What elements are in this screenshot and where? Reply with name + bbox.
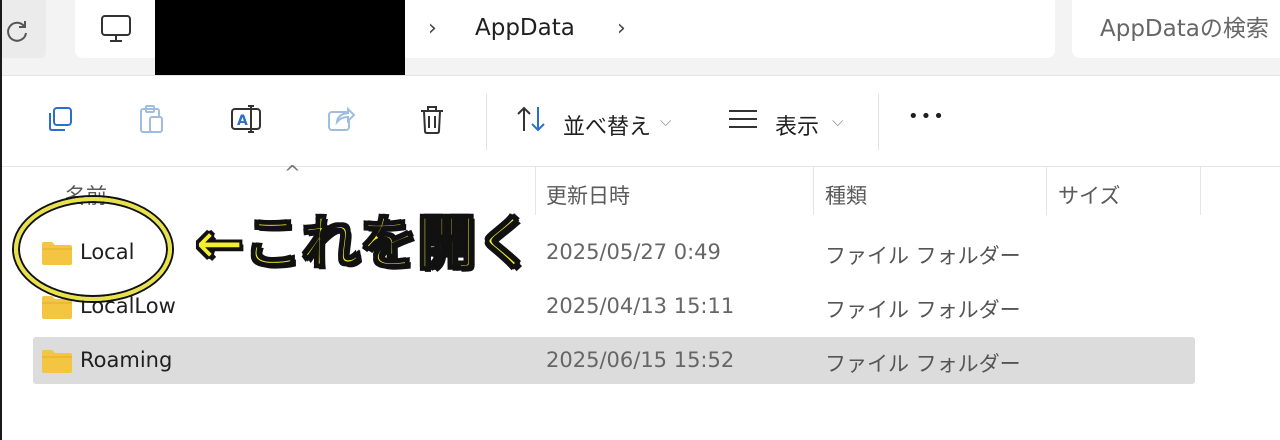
window-border — [0, 0, 2, 440]
address-bar: › AppData › — [0, 0, 1280, 76]
refresh-button[interactable] — [0, 0, 46, 58]
folder-icon — [41, 348, 73, 378]
row-name: Roaming — [80, 348, 173, 372]
command-bar: A 並べ替え ⌵ 表示 ⌵ ••• — [0, 76, 1280, 167]
view-icon — [727, 104, 759, 138]
sort-ascending-icon: ^ — [284, 161, 301, 185]
search-input[interactable] — [1072, 0, 1280, 58]
share-icon[interactable] — [326, 104, 356, 138]
refresh-icon — [7, 21, 27, 42]
view-label: 表示 — [775, 115, 820, 140]
table-row[interactable]: LocalLow 2025/04/13 15:11 ファイル フォルダー — [33, 283, 1195, 330]
row-date: 2025/06/15 15:52 — [546, 348, 735, 372]
chevron-right-icon[interactable]: › — [617, 16, 626, 41]
row-type: ファイル フォルダー — [825, 352, 1021, 376]
chevron-down-icon: ⌵ — [832, 112, 844, 130]
search-box[interactable] — [1072, 0, 1280, 58]
column-date[interactable]: 更新日時 — [546, 180, 630, 210]
annotation-callout: ←これを開く — [194, 209, 535, 277]
more-options-icon[interactable]: ••• — [908, 106, 946, 127]
copy-icon[interactable] — [45, 104, 75, 138]
row-type: ファイル フォルダー — [825, 298, 1021, 322]
rename-icon[interactable]: A — [229, 104, 265, 138]
chevron-down-icon: ⌵ — [660, 112, 672, 130]
sort-label: 並べ替え — [563, 115, 652, 140]
column-size[interactable]: サイズ — [1058, 180, 1120, 210]
highlight-circle — [14, 197, 172, 301]
delete-icon[interactable] — [418, 104, 446, 140]
column-type[interactable]: 種類 — [825, 180, 867, 210]
row-type: ファイル フォルダー — [825, 244, 1021, 268]
column-separator[interactable] — [1200, 167, 1201, 215]
breadcrumb-item-appdata[interactable]: AppData — [475, 15, 575, 41]
column-separator[interactable] — [1046, 167, 1047, 215]
toolbar-divider — [486, 94, 487, 150]
toolbar-divider — [878, 94, 879, 150]
column-header: ^ 名前 更新日時 種類 サイズ — [0, 161, 1280, 215]
redacted-area — [155, 0, 405, 75]
column-separator[interactable] — [813, 167, 814, 215]
column-separator[interactable] — [535, 167, 536, 215]
row-date: 2025/04/13 15:11 — [546, 294, 735, 318]
table-row[interactable]: Roaming 2025/06/15 15:52 ファイル フォルダー — [33, 337, 1195, 384]
sort-icon — [515, 104, 549, 138]
chevron-right-icon[interactable]: › — [428, 16, 437, 41]
row-date: 2025/05/27 0:49 — [546, 240, 721, 264]
this-pc-icon[interactable] — [100, 14, 132, 48]
svg-text:A: A — [237, 113, 248, 129]
paste-icon[interactable] — [137, 104, 167, 140]
